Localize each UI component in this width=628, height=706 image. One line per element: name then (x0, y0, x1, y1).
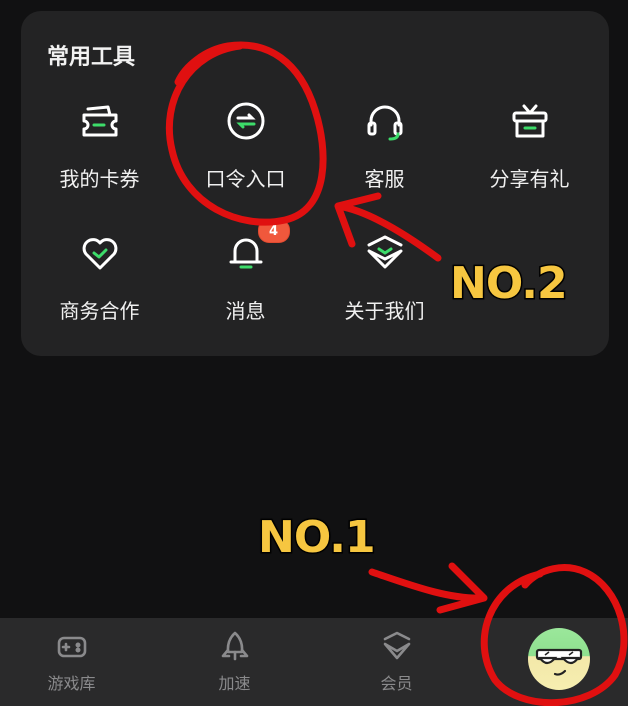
bell-icon: 4 (224, 219, 290, 275)
vip-diamond-icon (380, 630, 414, 664)
tool-share-gift[interactable]: 分享有礼 (456, 99, 603, 219)
tool-customer-service[interactable]: 客服 (311, 99, 458, 219)
tab-game-library[interactable]: 游戏库 (0, 618, 150, 706)
tool-label: 商务合作 (59, 299, 140, 323)
avatar-sunglasses-icon (535, 648, 583, 676)
tool-label: 消息 (225, 299, 266, 323)
tab-label: 加速 (218, 674, 251, 693)
tab-profile-avatar[interactable] (528, 628, 590, 690)
tool-label: 分享有礼 (489, 167, 570, 191)
card-title: 常用工具 (47, 45, 136, 70)
tab-label: 游戏库 (47, 674, 96, 693)
tab-accelerate[interactable]: 加速 (156, 618, 313, 706)
tool-label: 关于我们 (344, 299, 425, 323)
tool-label: 客服 (364, 167, 405, 191)
tool-label: 我的卡券 (59, 167, 140, 191)
code-entry-icon (224, 99, 268, 143)
tab-label: 会员 (380, 674, 413, 693)
tab-membership[interactable]: 会员 (318, 618, 475, 706)
annotation-arrow-1 (368, 562, 488, 614)
ticket-icon (78, 99, 122, 143)
tool-my-coupons[interactable]: 我的卡券 (26, 99, 173, 219)
message-count-badge: 4 (257, 219, 290, 243)
heart-handshake-icon (78, 231, 122, 275)
rocket-icon (218, 630, 252, 664)
annotation-label-no2: NO.2 (449, 257, 570, 311)
gamepad-icon (55, 630, 89, 664)
about-logo-icon (363, 231, 407, 275)
annotation-label-no1: NO.1 (257, 511, 378, 565)
tool-code-entry[interactable]: 口令入口 (172, 99, 319, 219)
tool-messages[interactable]: 4 消息 (172, 219, 319, 351)
tool-about-us[interactable]: 关于我们 (311, 231, 458, 351)
tool-label: 口令入口 (205, 167, 286, 191)
tool-business-cooperation[interactable]: 商务合作 (26, 231, 173, 351)
gift-icon (508, 99, 552, 143)
headset-icon (363, 99, 407, 143)
